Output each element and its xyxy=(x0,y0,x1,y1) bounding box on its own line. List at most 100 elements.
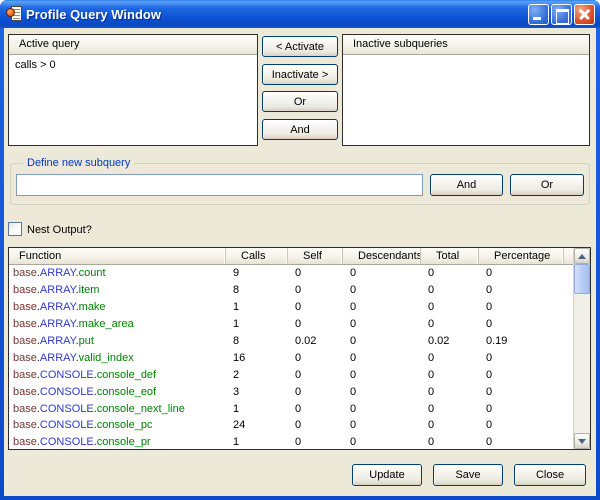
grid-column-header-total: Total xyxy=(421,248,479,264)
maximize-button[interactable] xyxy=(551,4,572,25)
nest-output-label: Nest Output? xyxy=(27,224,92,236)
grid-cell-calls: 8 xyxy=(226,335,288,347)
grid-cell-calls: 24 xyxy=(226,419,288,431)
function-cluster: base xyxy=(13,335,37,347)
grid-cell-total: 0 xyxy=(421,352,479,364)
function-feature: make xyxy=(79,301,106,313)
function-feature: put xyxy=(79,335,94,347)
define-subquery-caption: Define new subquery xyxy=(23,157,134,169)
minimize-button[interactable] xyxy=(528,4,549,25)
grid-cell-self: 0 xyxy=(288,403,343,415)
grid-cell-self: 0 xyxy=(288,267,343,279)
grid-cell-percentage: 0.19 xyxy=(479,335,564,347)
subquery-or-button[interactable]: Or xyxy=(510,174,584,196)
grid-row[interactable]: base.ARRAY.make10000 xyxy=(9,299,573,316)
grid-row[interactable]: base.ARRAY.make_area10000 xyxy=(9,316,573,333)
active-query-list[interactable]: Active query calls > 0 xyxy=(8,34,258,146)
grid-cell-total: 0 xyxy=(421,284,479,296)
grid-cell-percentage: 0 xyxy=(479,403,564,415)
function-class: CONSOLE xyxy=(40,386,94,398)
grid-row[interactable]: base.CONSOLE.console_pr10000 xyxy=(9,434,573,449)
grid-cell-calls: 9 xyxy=(226,267,288,279)
grid-row[interactable]: base.CONSOLE.console_pc240000 xyxy=(9,417,573,434)
grid-row[interactable]: base.ARRAY.valid_index160000 xyxy=(9,349,573,366)
scrollbar-track[interactable] xyxy=(574,264,590,433)
grid-cell-percentage: 0 xyxy=(479,386,564,398)
function-class: ARRAY xyxy=(40,335,76,347)
scroll-down-button[interactable] xyxy=(574,433,590,449)
scrollbar-thumb[interactable] xyxy=(574,264,590,294)
function-feature: valid_index xyxy=(79,352,134,364)
close-window-button[interactable] xyxy=(574,4,595,25)
grid-column-header-filler xyxy=(564,248,573,264)
close-button[interactable]: Close xyxy=(514,464,586,486)
activate-button[interactable]: < Activate xyxy=(262,36,338,57)
function-class: CONSOLE xyxy=(40,369,94,381)
function-feature: console_pc xyxy=(97,419,153,431)
grid-cell-percentage: 0 xyxy=(479,301,564,313)
nest-output-checkbox[interactable] xyxy=(8,222,22,236)
or-transfer-button[interactable]: Or xyxy=(262,91,338,112)
grid-cell-total: 0.02 xyxy=(421,335,479,347)
active-query-header: Active query xyxy=(9,35,257,55)
client-area: Active query calls > 0 < Activate Inacti… xyxy=(4,28,596,496)
grid-body[interactable]: base.ARRAY.count90000base.ARRAY.item8000… xyxy=(9,265,573,449)
grid-cell-function: base.CONSOLE.console_pc xyxy=(9,419,226,431)
grid-cell-descendants: 0 xyxy=(343,436,421,448)
grid-cell-function: base.CONSOLE.console_pr xyxy=(9,436,226,448)
update-button[interactable]: Update xyxy=(352,464,422,486)
grid-row[interactable]: base.ARRAY.item80000 xyxy=(9,282,573,299)
grid-row[interactable]: base.CONSOLE.console_eof30000 xyxy=(9,383,573,400)
profile-results-grid[interactable]: FunctionCallsSelfDescendantsTotalPercent… xyxy=(8,247,591,450)
inactive-subqueries-list[interactable]: Inactive subqueries xyxy=(342,34,590,146)
function-class: ARRAY xyxy=(40,318,76,330)
inactive-subqueries-body[interactable] xyxy=(343,55,589,145)
subquery-and-button[interactable]: And xyxy=(430,174,503,196)
grid-cell-self: 0 xyxy=(288,301,343,313)
title-bar[interactable]: Profile Query Window xyxy=(0,0,600,28)
grid-row[interactable]: base.ARRAY.count90000 xyxy=(9,265,573,282)
grid-cell-self: 0 xyxy=(288,436,343,448)
grid-cell-percentage: 0 xyxy=(479,318,564,330)
grid-column-header-percentage: Percentage xyxy=(479,248,564,264)
function-cluster: base xyxy=(13,386,37,398)
function-cluster: base xyxy=(13,318,37,330)
grid-column-header-calls: Calls xyxy=(226,248,288,264)
function-cluster: base xyxy=(13,419,37,431)
save-button[interactable]: Save xyxy=(433,464,503,486)
grid-cell-function: base.ARRAY.put xyxy=(9,335,226,347)
window-title: Profile Query Window xyxy=(26,7,528,22)
active-query-body[interactable]: calls > 0 xyxy=(9,55,257,145)
subquery-input[interactable] xyxy=(16,174,423,196)
grid-cell-function: base.ARRAY.item xyxy=(9,284,226,296)
grid-cell-calls: 3 xyxy=(226,386,288,398)
grid-cell-self: 0.02 xyxy=(288,335,343,347)
inactive-subqueries-header: Inactive subqueries xyxy=(343,35,589,55)
scroll-up-button[interactable] xyxy=(574,248,590,264)
and-transfer-button[interactable]: And xyxy=(262,119,338,140)
grid-cell-descendants: 0 xyxy=(343,352,421,364)
grid-cell-function: base.CONSOLE.console_def xyxy=(9,369,226,381)
function-cluster: base xyxy=(13,403,37,415)
function-feature: console_def xyxy=(97,369,156,381)
grid-row[interactable]: base.CONSOLE.console_next_line10000 xyxy=(9,400,573,417)
function-class: ARRAY xyxy=(40,284,76,296)
grid-row[interactable]: base.CONSOLE.console_def20000 xyxy=(9,366,573,383)
grid-cell-function: base.ARRAY.make_area xyxy=(9,318,226,330)
function-cluster: base xyxy=(13,352,37,364)
grid-scrollbar[interactable] xyxy=(573,248,590,449)
active-query-item[interactable]: calls > 0 xyxy=(9,58,257,72)
grid-cell-self: 0 xyxy=(288,318,343,330)
function-class: ARRAY xyxy=(40,301,76,313)
function-feature: count xyxy=(79,267,106,279)
profile-query-window: Profile Query Window Active query calls … xyxy=(0,0,600,500)
grid-cell-descendants: 0 xyxy=(343,386,421,398)
grid-row[interactable]: base.ARRAY.put80.0200.020.19 xyxy=(9,333,573,350)
grid-cell-total: 0 xyxy=(421,403,479,415)
function-class: CONSOLE xyxy=(40,403,94,415)
grid-column-header-function: Function xyxy=(9,248,226,264)
grid-column-header-self: Self xyxy=(288,248,343,264)
grid-cell-calls: 8 xyxy=(226,284,288,296)
inactivate-button[interactable]: Inactivate > xyxy=(262,64,338,85)
function-class: CONSOLE xyxy=(40,419,94,431)
